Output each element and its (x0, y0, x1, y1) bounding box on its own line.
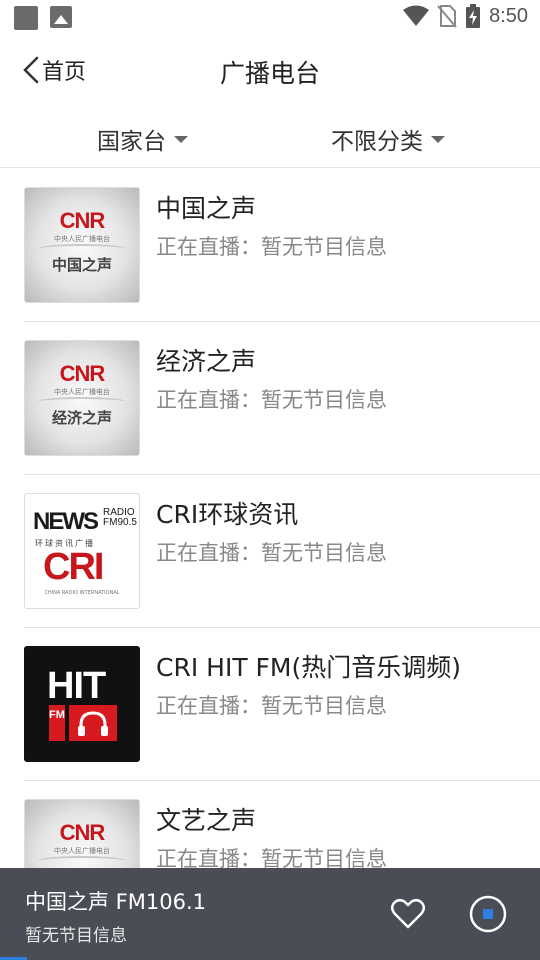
station-logo: NEWS RADIO FM90.5 环球资讯广播 CRI CHINA RADIO… (24, 493, 140, 609)
hit-headphones-box (69, 705, 117, 741)
cri-frequency: FM90.5 (103, 517, 137, 528)
app-header: 首页 广播电台 (0, 40, 540, 100)
cri-radio-text: RADIO FM90.5 (103, 508, 137, 528)
hit-logo-text: HIT (47, 665, 106, 707)
caret-down-icon (431, 135, 445, 143)
app-notification-icon (14, 6, 38, 30)
category-filter-label: 不限分类 (331, 129, 423, 155)
station-logo: CNR 中央人民广播电台 中国之声 (24, 187, 140, 303)
status-bar: 8:50 (0, 0, 540, 36)
category-filter-dropdown[interactable]: 不限分类 (331, 122, 445, 156)
cnr-logo-text: CNR (59, 208, 106, 233)
station-title: CRI环球资讯 (156, 500, 299, 529)
now-playing-title: 中国之声 FM106.1 (25, 890, 206, 914)
stop-button[interactable] (468, 894, 508, 934)
image-notification-icon (50, 6, 72, 28)
wifi-icon (403, 5, 430, 26)
clock: 8:50 (489, 4, 528, 27)
station-item[interactable]: NEWS RADIO FM90.5 环球资讯广播 CRI CHINA RADIO… (24, 475, 540, 628)
country-filter-dropdown[interactable]: 国家台 (97, 122, 188, 156)
station-title: 中国之声 (156, 194, 257, 223)
mini-player[interactable]: 中国之声 FM106.1 暂无节目信息 (0, 868, 540, 960)
headphones-icon (78, 711, 108, 736)
station-status: 正在直播：暂无节目信息 (156, 235, 387, 259)
page-title: 广播电台 (219, 59, 320, 88)
station-status: 正在直播：暂无节目信息 (156, 694, 387, 718)
stop-icon (469, 895, 507, 933)
caret-down-icon (174, 135, 188, 143)
hit-fm-label: FM (49, 705, 65, 741)
cnr-logo-text: CNR (59, 820, 106, 845)
station-item[interactable]: CNR 中央人民广播电台 经济之声 经济之声 正在直播：暂无节目信息 (24, 322, 540, 475)
station-item[interactable]: CNR 中央人民广播电台 中国之声 中国之声 正在直播：暂无节目信息 (24, 169, 540, 322)
country-filter-label: 国家台 (97, 129, 166, 155)
cnr-logo-small: 中央人民广播电台 (54, 388, 110, 396)
favorite-button[interactable] (388, 894, 428, 934)
cnr-logo-name: 经济之声 (51, 409, 112, 427)
status-bar-left (14, 6, 72, 30)
status-bar-right: 8:50 (403, 4, 528, 28)
cnr-logo-small: 中央人民广播电台 (54, 235, 110, 243)
station-title: CRI HIT FM(热门音乐调频) (156, 653, 461, 682)
station-status: 正在直播：暂无节目信息 (156, 541, 387, 565)
now-playing-subtitle: 暂无节目信息 (25, 926, 127, 946)
battery-charging-icon (466, 4, 481, 28)
station-title: 文艺之声 (156, 806, 257, 835)
logo-arc (37, 244, 127, 254)
cnr-logo-text: CNR (59, 361, 106, 386)
station-title: 经济之声 (156, 347, 257, 376)
station-item[interactable]: HIT FM CRI HIT FM(热门音乐调频) 正在直播：暂无节目信息 (24, 628, 540, 781)
cri-news-text: NEWS (33, 508, 99, 535)
cnr-logo-name: 中国之声 (51, 256, 112, 274)
logo-arc (37, 397, 127, 407)
no-sim-icon (437, 5, 457, 28)
cri-tagline: CHINA RADIO INTERNATIONAL (44, 590, 120, 596)
cri-logo-text: CRI (43, 546, 104, 588)
station-status: 正在直播：暂无节目信息 (156, 388, 387, 412)
station-list: CNR 中央人民广播电台 中国之声 中国之声 正在直播：暂无节目信息 CNR 中… (0, 169, 540, 934)
station-logo: HIT FM (24, 646, 140, 762)
logo-arc (37, 856, 127, 866)
filter-bar: 国家台 不限分类 (0, 108, 540, 168)
cnr-logo-small: 中央人民广播电台 (54, 847, 110, 855)
station-logo: CNR 中央人民广播电台 经济之声 (24, 340, 140, 456)
heart-icon (391, 899, 425, 929)
